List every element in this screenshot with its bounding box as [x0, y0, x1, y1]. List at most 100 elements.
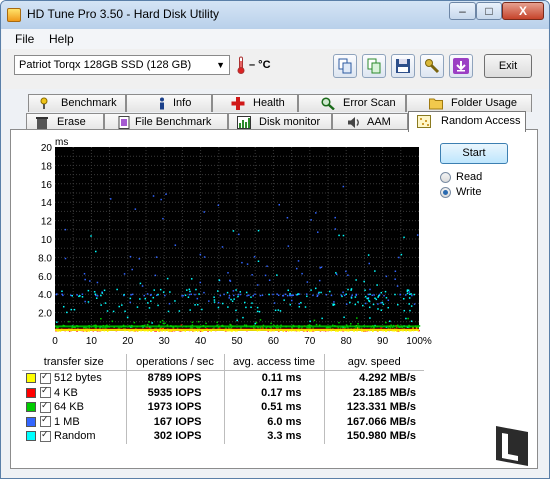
- temperature-readout: – °C: [249, 59, 271, 71]
- data-point: [398, 256, 400, 259]
- data-point: [136, 306, 139, 308]
- data-point: [217, 204, 220, 206]
- data-point: [406, 292, 409, 295]
- data-point: [152, 195, 155, 197]
- data-point: [317, 231, 319, 233]
- series-checkbox[interactable]: [40, 400, 51, 413]
- y-axis-label: ms: [55, 139, 68, 148]
- copy-info-button[interactable]: [333, 54, 357, 78]
- menu-help[interactable]: Help: [49, 32, 74, 46]
- row-iops: 1973 IOPS: [125, 400, 224, 415]
- data-point: [138, 258, 141, 260]
- access-time-chart: ms 20 18 16 14 12 10 8.0 6.0 4.0 2.0 0 10 20 30 40 50 6…: [38, 139, 432, 347]
- data-point: [61, 290, 63, 293]
- data-point: [213, 296, 215, 298]
- data-point: [203, 291, 205, 294]
- series-checkbox[interactable]: [40, 414, 51, 428]
- maximize-button[interactable]: □: [476, 2, 502, 20]
- data-point: [157, 293, 159, 296]
- data-point: [396, 303, 399, 306]
- data-point: [190, 278, 193, 280]
- data-point: [217, 301, 220, 304]
- data-point: [195, 288, 197, 291]
- data-point: [232, 290, 235, 292]
- series-checkbox[interactable]: [40, 371, 51, 384]
- data-point: [349, 301, 351, 304]
- data-point: [87, 289, 90, 292]
- data-point: [252, 294, 254, 297]
- data-point: [223, 293, 225, 296]
- header-operations: operations / sec: [125, 354, 224, 371]
- data-point: [168, 302, 171, 305]
- tab-folder-usage[interactable]: Folder Usage: [406, 94, 532, 112]
- data-point: [259, 294, 262, 297]
- data-point: [153, 289, 155, 291]
- health-cross-icon: [231, 97, 245, 110]
- data-point: [70, 308, 72, 311]
- data-point: [315, 212, 317, 214]
- row-iops: 8789 IOPS: [125, 370, 224, 386]
- data-point: [131, 268, 133, 271]
- y-tick-label: 6.0: [38, 272, 52, 283]
- minimize-button[interactable]: –: [449, 2, 476, 20]
- data-point: [167, 310, 170, 313]
- y-tick-label: 2.0: [38, 309, 52, 320]
- data-point: [366, 297, 368, 300]
- data-point: [62, 305, 65, 308]
- data-point: [355, 279, 357, 281]
- tab-info[interactable]: Info: [126, 94, 212, 112]
- table-row: 64 KB 1973 IOPS0.51 ms123.331 MB/s: [22, 400, 424, 415]
- data-point: [410, 293, 412, 295]
- data-point: [387, 306, 389, 309]
- data-point: [276, 274, 278, 276]
- data-point: [164, 294, 166, 297]
- row-transfer-size: 4 KB: [54, 386, 78, 399]
- download-button[interactable]: [449, 54, 473, 78]
- options-button[interactable]: [420, 54, 444, 78]
- copy-screenshot-button[interactable]: [362, 54, 386, 78]
- write-radio[interactable]: Write: [440, 186, 520, 200]
- data-point: [350, 297, 353, 299]
- data-point: [345, 270, 347, 273]
- data-point: [310, 219, 312, 221]
- data-point: [103, 289, 106, 292]
- start-button[interactable]: Start: [440, 143, 508, 164]
- tab-random-access[interactable]: Random Access: [408, 111, 526, 132]
- data-point: [333, 301, 335, 303]
- table-row: 1 MB 167 IOPS6.0 ms167.066 MB/s: [22, 414, 424, 429]
- tab-benchmark[interactable]: Benchmark: [28, 94, 126, 112]
- title-bar[interactable]: HD Tune Pro 3.50 - Hard Disk Utility – □…: [1, 1, 549, 29]
- data-point: [129, 297, 132, 300]
- data-point: [244, 301, 246, 304]
- save-button[interactable]: [391, 54, 415, 78]
- tab-health[interactable]: Health: [212, 94, 298, 112]
- read-radio[interactable]: Read: [440, 171, 520, 185]
- menu-file[interactable]: File: [15, 32, 34, 46]
- data-point: [162, 322, 165, 325]
- data-point: [387, 299, 390, 302]
- data-point: [182, 294, 184, 297]
- data-point: [253, 255, 256, 258]
- series-checkbox[interactable]: [40, 429, 51, 442]
- data-point: [109, 198, 112, 200]
- close-button[interactable]: X: [502, 2, 544, 20]
- data-point: [156, 294, 158, 297]
- row-iops: 302 IOPS: [125, 429, 224, 444]
- data-point: [287, 289, 289, 292]
- data-point: [231, 300, 234, 302]
- data-point: [93, 291, 96, 293]
- series-checkbox[interactable]: [40, 385, 51, 399]
- data-point: [335, 273, 338, 276]
- data-point: [201, 308, 203, 311]
- tab-error-scan[interactable]: Error Scan: [298, 94, 406, 112]
- data-point: [190, 293, 193, 296]
- exit-button[interactable]: Exit: [484, 54, 532, 78]
- drive-select[interactable]: Patriot Torqx 128GB SSD (128 GB) ▼: [14, 55, 230, 75]
- data-point: [246, 263, 249, 265]
- data-point: [178, 310, 181, 312]
- data-point: [408, 297, 411, 299]
- row-label-cell: Random: [22, 429, 126, 444]
- y-tick-label: 14: [41, 198, 53, 209]
- data-point: [400, 253, 403, 256]
- watermark-logo: [496, 426, 528, 466]
